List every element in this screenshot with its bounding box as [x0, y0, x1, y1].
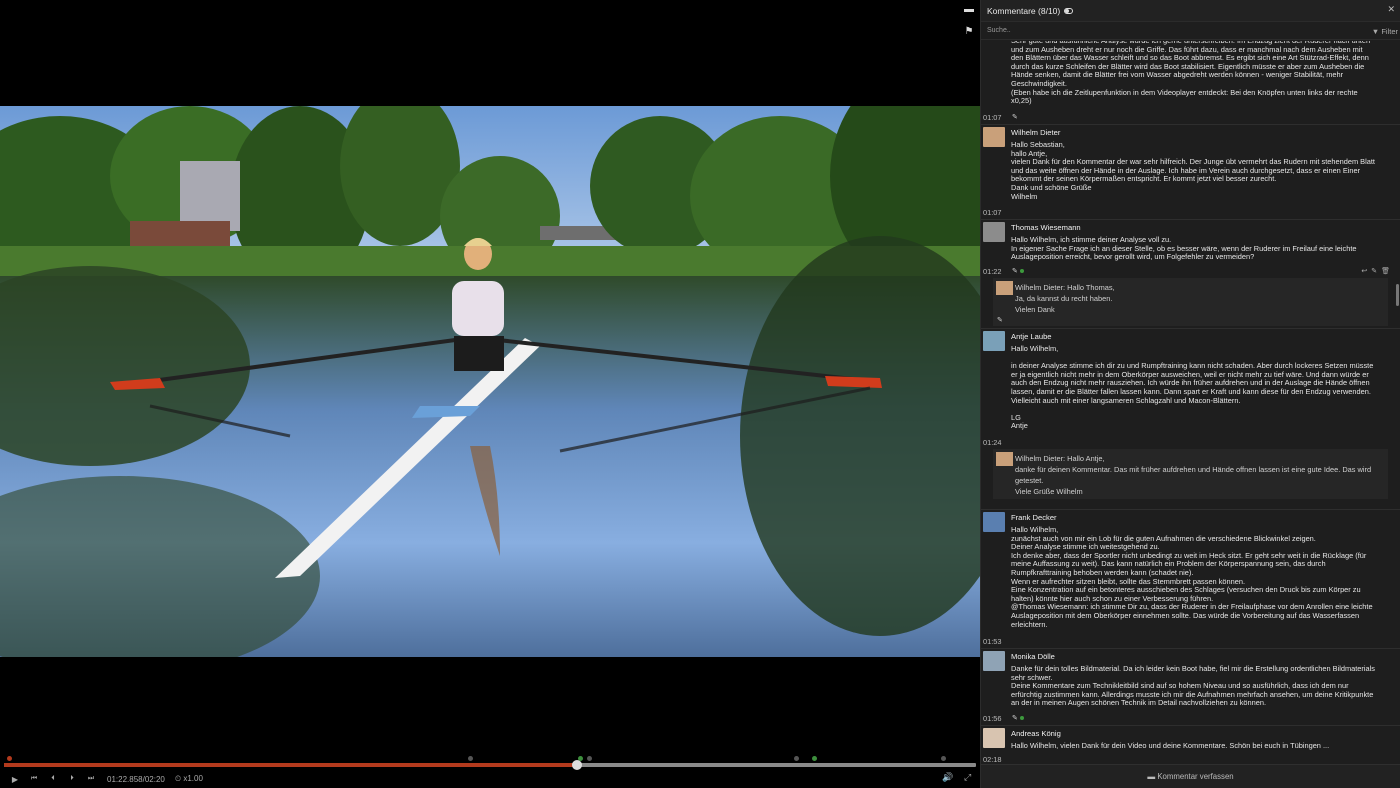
comments-panel: Kommentare (8/10) ✕ Suche.. ▼ Filter Seh… [980, 0, 1400, 788]
video-frame[interactable] [0, 106, 980, 657]
comment-timestamp[interactable]: 01:22 [983, 267, 1002, 276]
edit-icon[interactable]: ✎ [997, 316, 1003, 324]
comment-body: Hallo Wilhelm, zunächst auch von mir ein… [1011, 525, 1373, 629]
comment-icon[interactable]: ▬ [962, 4, 976, 18]
panel-title: Kommentare (8/10) [987, 5, 1061, 16]
avatar [983, 127, 1005, 147]
comment-author: Thomas Wiesemann [1011, 223, 1081, 232]
edit-icon[interactable]: ✎ [1371, 268, 1381, 275]
avatar [983, 331, 1005, 351]
avatar [996, 452, 1013, 466]
reply-icon[interactable]: ↩ [1361, 268, 1371, 275]
filter-label: Filter [1381, 27, 1398, 36]
step-back-icon[interactable]: ⏴ [44, 772, 62, 786]
comment-author: Wilhelm Dieter [1011, 128, 1061, 137]
side-toolbar: ▬ ⚑ [962, 4, 980, 48]
avatar [983, 651, 1005, 671]
search-row: Suche.. ▼ Filter [981, 22, 1400, 40]
current-time: 01:22.858 [107, 774, 143, 784]
reply-item: Wilhelm Dieter: Hallo Thomas, Ja, da kan… [993, 278, 1388, 326]
compose-comment-button[interactable]: ▬ Kommentar verfassen [981, 764, 1400, 788]
rowing-video-image [0, 106, 980, 657]
playback-speed-value: x1.00 [183, 774, 203, 783]
divider [981, 725, 1400, 726]
timeline-marker[interactable] [794, 756, 799, 761]
avatar [983, 512, 1005, 532]
timeline-scrub-handle[interactable] [572, 760, 582, 770]
avatar [983, 222, 1005, 242]
comment-body: Danke für dein tolles Bildmaterial. Da i… [1011, 664, 1375, 708]
divider [981, 328, 1400, 329]
volume-icon[interactable]: 🔊 [942, 772, 953, 783]
comment-body: Hallo Sebastian, hallo Antje, vielen Dan… [1011, 140, 1375, 201]
filter-button[interactable]: ▼ Filter [1372, 27, 1398, 36]
comment-list: Sehr gute und ausführliche Analyse wurde… [981, 41, 1400, 763]
edit-icon[interactable]: ✎ [1012, 113, 1018, 121]
comment-timestamp[interactable]: 02:18 [983, 755, 1002, 763]
avatar [996, 281, 1013, 295]
app-window: ▶ ⏮ ⏴ ⏵ ⏭ 01:22.858/02:20 ⏲ x1.00 🔊 ⤢ ▬ … [0, 0, 1400, 788]
comment-timestamp[interactable]: 01:24 [983, 438, 1002, 447]
skip-back-icon[interactable]: ⏮ [25, 772, 43, 786]
delete-icon[interactable]: 🗑 [1381, 268, 1394, 275]
avatar [983, 728, 1005, 748]
time-display: 01:22.858/02:20 [107, 774, 165, 784]
scrollbar[interactable] [1396, 284, 1399, 306]
video-timeline[interactable] [0, 752, 980, 772]
comment-body: Hallo Wilhelm, in deiner Analyse stimme … [1011, 344, 1374, 431]
comment-author: Frank Decker [1011, 513, 1057, 522]
reply-body: Wilhelm Dieter: Hallo Antje, danke für d… [1015, 454, 1372, 496]
timeline-marker[interactable] [7, 756, 12, 761]
comment-author: Antje Laube [1011, 332, 1052, 341]
play-icon[interactable]: ▶ [6, 772, 24, 786]
reply-item: Wilhelm Dieter: Hallo Antje, danke für d… [993, 449, 1388, 499]
divider [981, 219, 1400, 220]
comment-author: Monika Dölle [1011, 652, 1055, 661]
timeline-marker[interactable] [468, 756, 473, 761]
search-input[interactable]: Suche.. [987, 27, 1011, 34]
divider [981, 124, 1400, 125]
comment-timestamp[interactable]: 01:07 [983, 113, 1002, 122]
comment-timestamp[interactable]: 01:07 [983, 208, 1002, 217]
edit-icon[interactable]: ✎ [1012, 714, 1024, 722]
timeline-marker[interactable] [587, 756, 592, 761]
step-forward-icon[interactable]: ⏵ [63, 772, 81, 786]
status-dot [1019, 716, 1024, 721]
panel-header: Kommentare (8/10) ✕ [981, 0, 1400, 22]
comment-actions: ↩✎🗑 [1361, 267, 1394, 275]
divider [981, 648, 1400, 649]
divider [981, 509, 1400, 510]
flag-icon[interactable]: ⚑ [962, 26, 976, 40]
comment-body: Sehr gute und ausführliche Analyse wurde… [1011, 41, 1370, 106]
timeline-marker[interactable] [812, 756, 817, 761]
comment-icon: ▬ [1147, 772, 1158, 781]
reply-body: Wilhelm Dieter: Hallo Thomas, Ja, da kan… [1015, 283, 1115, 314]
status-dot [1019, 269, 1024, 274]
fullscreen-icon[interactable]: ⤢ [964, 772, 971, 783]
comment-body: Hallo Wilhelm, ich stimme deiner Analyse… [1011, 235, 1357, 262]
player-controls: ▶ ⏮ ⏴ ⏵ ⏭ 01:22.858/02:20 ⏲ x1.00 🔊 ⤢ [0, 770, 980, 788]
video-player: ▶ ⏮ ⏴ ⏵ ⏭ 01:22.858/02:20 ⏲ x1.00 🔊 ⤢ ▬ … [0, 0, 980, 788]
toggle-switch[interactable] [1064, 7, 1074, 14]
filter-icon: ▼ [1371, 27, 1380, 36]
playback-speed[interactable]: ⏲ x1.00 [175, 774, 203, 784]
compose-label: Kommentar verfassen [1157, 772, 1234, 781]
timeline-marker[interactable] [941, 756, 946, 761]
comment-timestamp[interactable]: 01:56 [983, 714, 1002, 723]
edit-icon[interactable]: ✎ [1012, 267, 1024, 275]
comment-body: Hallo Wilhelm, vielen Dank für dein Vide… [1011, 741, 1330, 750]
duration: 02:20 [144, 774, 165, 784]
comment-timestamp[interactable]: 01:53 [983, 637, 1002, 646]
comment-author: Andreas König [1011, 729, 1061, 738]
skip-forward-icon[interactable]: ⏭ [82, 772, 100, 786]
close-icon[interactable]: ✕ [1387, 4, 1395, 15]
timeline-progress [4, 763, 577, 767]
